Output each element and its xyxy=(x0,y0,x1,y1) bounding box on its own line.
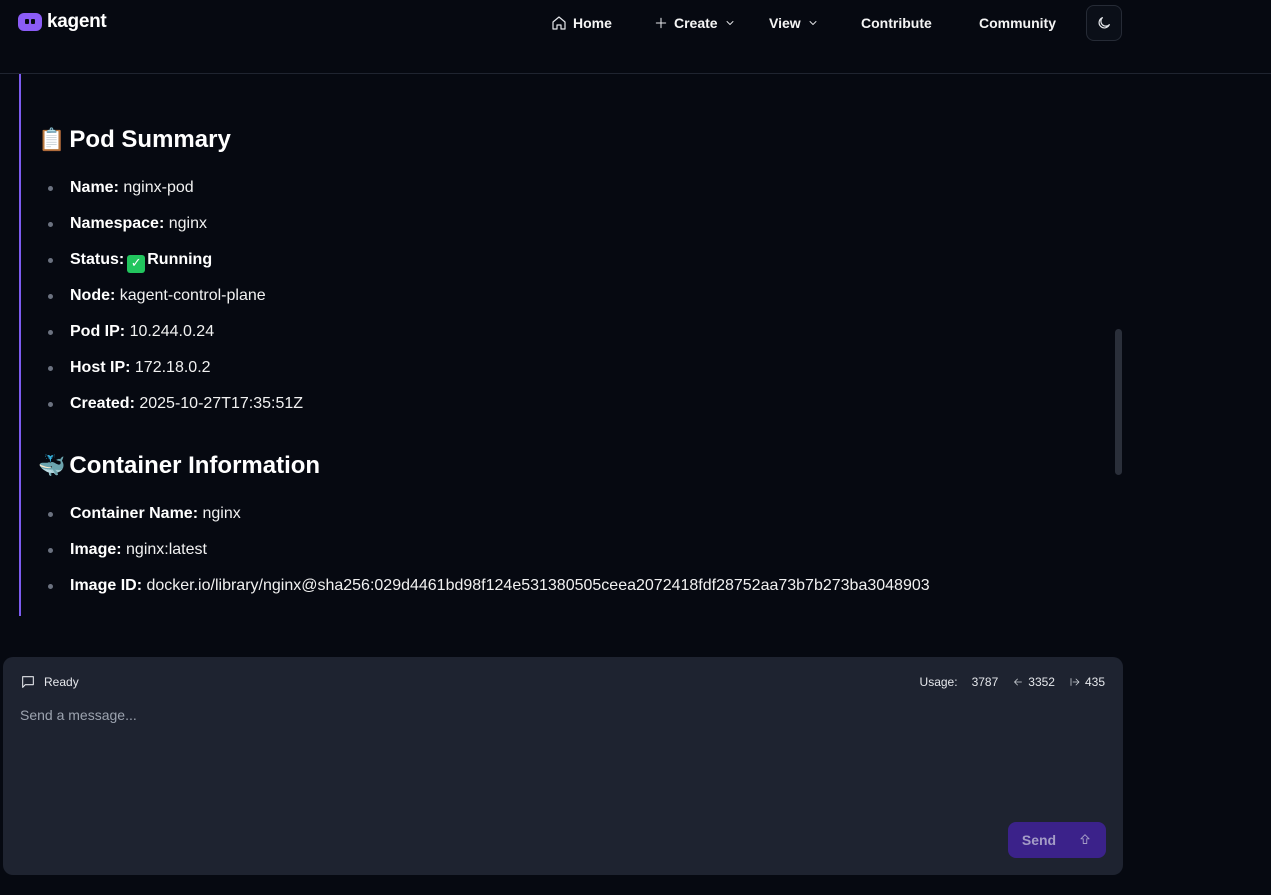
status-value: Running xyxy=(147,251,213,268)
agent-message: 📋 Pod Summary Name: nginx-pod Namespace:… xyxy=(19,74,1109,616)
check-mark-icon: ✓ xyxy=(127,255,146,273)
pod-summary-list: Name: nginx-pod Namespace: nginx Status:… xyxy=(38,178,1098,430)
usage-input-tokens: 3352 xyxy=(1028,675,1055,689)
pod-summary-title: Pod Summary xyxy=(69,126,231,153)
token-usage: Usage: 3787 3352 435 xyxy=(920,674,1105,690)
send-button[interactable]: Send xyxy=(1008,822,1106,858)
nav-contribute-label: Contribute xyxy=(861,15,932,31)
usage-output-tokens: 435 xyxy=(1084,675,1105,689)
nav-community-label: Community xyxy=(979,15,1056,31)
list-item: Image: nginx:latest xyxy=(38,540,1098,576)
message-composer: Ready Usage: 3787 3352 435 Send xyxy=(3,657,1123,875)
list-item: Image ID: docker.io/library/nginx@sha256… xyxy=(38,576,1098,612)
nav-create[interactable]: Create xyxy=(654,14,736,32)
status-text: Ready xyxy=(44,675,79,689)
nav-home-label: Home xyxy=(573,15,612,31)
list-item: Namespace: nginx xyxy=(38,214,1098,250)
whale-icon: 🐳 xyxy=(38,453,66,479)
plus-icon xyxy=(655,17,667,29)
send-label: Send xyxy=(1021,832,1057,848)
brand-logo[interactable]: kagent xyxy=(18,11,107,33)
nav-contribute[interactable]: Contribute xyxy=(861,14,932,32)
list-item: Created: 2025-10-27T17:35:51Z xyxy=(38,394,1098,430)
usage-total: 3787 xyxy=(971,675,999,689)
chevron-down-icon xyxy=(726,21,734,25)
arrow-up-icon xyxy=(1080,834,1090,844)
top-navbar: kagent Home Create View Contribute Commu… xyxy=(0,0,1271,74)
chevron-down-icon xyxy=(809,21,817,25)
usage-label: Usage: xyxy=(919,675,958,689)
nav-view[interactable]: View xyxy=(769,14,819,32)
arrow-right-to-line-icon xyxy=(1070,678,1080,686)
nav-view-label: View xyxy=(769,15,801,31)
arrow-left-icon xyxy=(1014,678,1023,686)
list-item: Container Name: nginx xyxy=(38,504,1098,540)
chat-bubble-icon xyxy=(22,676,34,688)
pod-summary-heading: 📋 Pod Summary xyxy=(38,124,1098,156)
status-indicator: Ready xyxy=(20,674,79,690)
moon-icon xyxy=(1098,17,1110,29)
list-item: Node: kagent-control-plane xyxy=(38,286,1098,322)
nav-community[interactable]: Community xyxy=(979,14,1056,32)
chat-messages[interactable]: 📋 Pod Summary Name: nginx-pod Namespace:… xyxy=(0,74,1130,616)
container-info-list: Container Name: nginx Image: nginx:lates… xyxy=(38,504,1098,612)
theme-toggle-button[interactable] xyxy=(1086,5,1122,41)
robot-logo-icon xyxy=(18,13,42,31)
list-item: Pod IP: 10.244.0.24 xyxy=(38,322,1098,358)
list-item: Status: ✓ Running xyxy=(38,250,1098,286)
nav-home[interactable]: Home xyxy=(551,14,612,32)
list-item: Name: nginx-pod xyxy=(38,178,1098,214)
home-icon xyxy=(552,16,566,30)
message-input[interactable] xyxy=(20,707,1100,807)
brand-name: kagent xyxy=(47,11,107,32)
nav-create-label: Create xyxy=(674,15,718,31)
chat-scrollbar[interactable] xyxy=(1115,329,1122,475)
container-info-heading: 🐳 Container Information xyxy=(38,450,1098,482)
clipboard-icon: 📋 xyxy=(38,127,66,153)
message-content: 📋 Pod Summary Name: nginx-pod Namespace:… xyxy=(38,124,1098,612)
container-info-title: Container Information xyxy=(69,452,321,479)
list-item: Host IP: 172.18.0.2 xyxy=(38,358,1098,394)
